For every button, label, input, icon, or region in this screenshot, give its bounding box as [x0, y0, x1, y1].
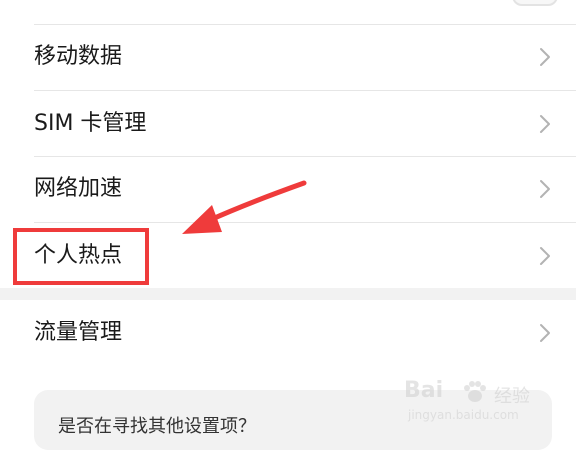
chevron-right-icon	[540, 48, 550, 66]
suggestion-text: 是否在寻找其他设置项？	[58, 416, 256, 437]
settings-item-label: SIM 卡管理	[34, 111, 147, 136]
chevron-right-icon	[540, 247, 550, 265]
annotation-highlight-box	[13, 228, 149, 285]
paw-icon	[464, 381, 486, 402]
settings-item-label: 流量管理	[34, 320, 123, 345]
chevron-right-icon	[540, 180, 550, 198]
chevron-right-icon	[540, 115, 550, 133]
settings-item-label: 网络加速	[34, 176, 123, 201]
settings-item-data-usage[interactable]: 流量管理	[0, 300, 576, 366]
settings-item-label: 移动数据	[34, 44, 123, 69]
toggle-switch-partial[interactable]	[512, 0, 558, 6]
watermark-logo: Bai 经验 jingyan.baidu.com	[404, 378, 564, 430]
watermark-sub: 经验	[494, 386, 530, 407]
settings-item-mobile-data[interactable]: 移动数据	[0, 25, 576, 90]
watermark-url: jingyan.baidu.com	[408, 408, 519, 422]
chevron-right-icon	[540, 324, 550, 342]
settings-item-sim-management[interactable]: SIM 卡管理	[0, 91, 576, 156]
watermark-brand: Bai	[404, 378, 444, 403]
section-divider	[0, 288, 576, 300]
settings-item-network-acceleration[interactable]: 网络加速	[0, 157, 576, 222]
